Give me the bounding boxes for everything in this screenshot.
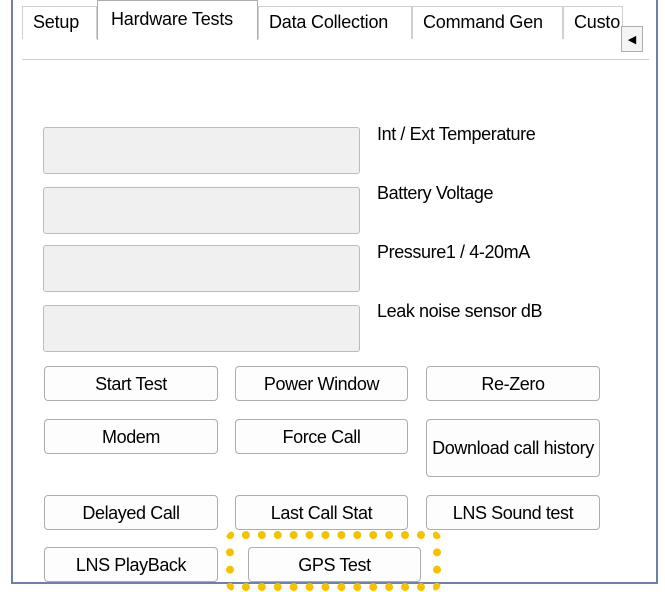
power-window-button[interactable]: Power Window [235,366,408,401]
battery-voltage-readout [43,187,360,234]
lns-sound-test-button[interactable]: LNS Sound test [426,495,600,530]
temperature-readout [43,127,360,174]
force-call-button[interactable]: Force Call [235,419,408,454]
pressure-readout [43,245,360,292]
leak-noise-readout [43,305,360,352]
tab-hardware-tests[interactable]: Hardware Tests [97,0,258,40]
tab-custom[interactable]: Custo [563,6,623,39]
arrow-left-icon: ◀ [627,33,637,46]
start-test-button[interactable]: Start Test [44,366,218,401]
re-zero-button[interactable]: Re-Zero [426,366,600,401]
delayed-call-button[interactable]: Delayed Call [44,495,218,530]
modem-button[interactable]: Modem [44,419,218,454]
gps-test-button[interactable]: GPS Test [248,547,421,582]
tab-command-gen[interactable]: Command Gen [412,6,563,39]
last-call-stat-button[interactable]: Last Call Stat [235,495,408,530]
tab-data-collection[interactable]: Data Collection [258,6,412,39]
battery-voltage-label: Battery Voltage [377,183,494,203]
tab-divider [22,59,649,60]
temperature-label: Int / Ext Temperature [377,124,536,144]
pressure-label: Pressure1 / 4-20mA [377,242,530,262]
lns-playback-button[interactable]: LNS PlayBack [44,547,218,582]
tab-scroll-left-button[interactable]: ◀ [621,26,643,52]
download-call-history-button[interactable]: Download call history [426,419,600,477]
tab-setup[interactable]: Setup [22,6,97,39]
leak-noise-label: Leak noise sensor dB [377,301,543,321]
